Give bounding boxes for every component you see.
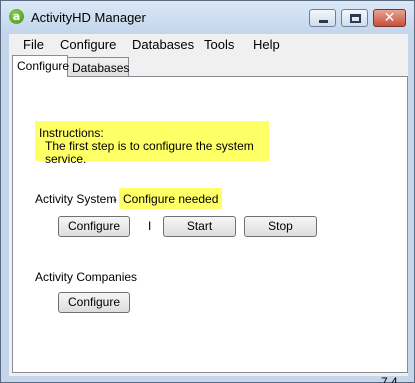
window-title: ActivityHD Manager <box>31 10 146 25</box>
menu-file[interactable]: File <box>23 37 44 52</box>
activity-companies-label: Activity Companies <box>35 270 138 284</box>
stop-button[interactable]: Stop <box>244 216 317 237</box>
tab-configure[interactable]: Configure <box>12 55 69 77</box>
status-badge: Configure needed <box>119 188 223 209</box>
minimize-button[interactable] <box>309 9 336 27</box>
close-button[interactable]: ✕ <box>373 9 406 27</box>
menu-tools[interactable]: Tools <box>204 37 234 52</box>
app-logo-icon[interactable]: a <box>9 9 24 24</box>
tab-databases[interactable]: Databases <box>67 57 129 77</box>
status-dash: - <box>113 192 117 206</box>
close-icon: ✕ <box>383 10 396 26</box>
app-window: a ActivityHD Manager ✕ File Configure Da… <box>0 0 415 383</box>
maximize-icon <box>350 14 361 23</box>
system-configure-button[interactable]: Configure <box>58 216 130 237</box>
title-bar[interactable]: a ActivityHD Manager ✕ <box>1 1 414 31</box>
start-button[interactable]: Start <box>163 216 236 237</box>
button-separator: I <box>148 219 152 233</box>
activity-system-label: Activity System <box>35 192 117 206</box>
configure-panel: Instructions: The first step is to confi… <box>12 76 408 383</box>
version-label: 7.4 <box>381 375 398 383</box>
menu-help[interactable]: Help <box>253 37 280 52</box>
menu-configure[interactable]: Configure <box>60 37 116 52</box>
menu-bar: File Configure Databases Tools Help <box>9 34 408 54</box>
minimize-icon <box>319 20 328 23</box>
instructions-box: Instructions: The first step is to confi… <box>35 121 269 166</box>
menu-databases[interactable]: Databases <box>132 37 194 52</box>
instructions-text: The first step is to configure the syste… <box>45 139 254 166</box>
companies-configure-button[interactable]: Configure <box>58 292 130 313</box>
client-area: Configure Databases Instructions: The fi… <box>9 54 408 383</box>
maximize-button[interactable] <box>341 9 368 27</box>
